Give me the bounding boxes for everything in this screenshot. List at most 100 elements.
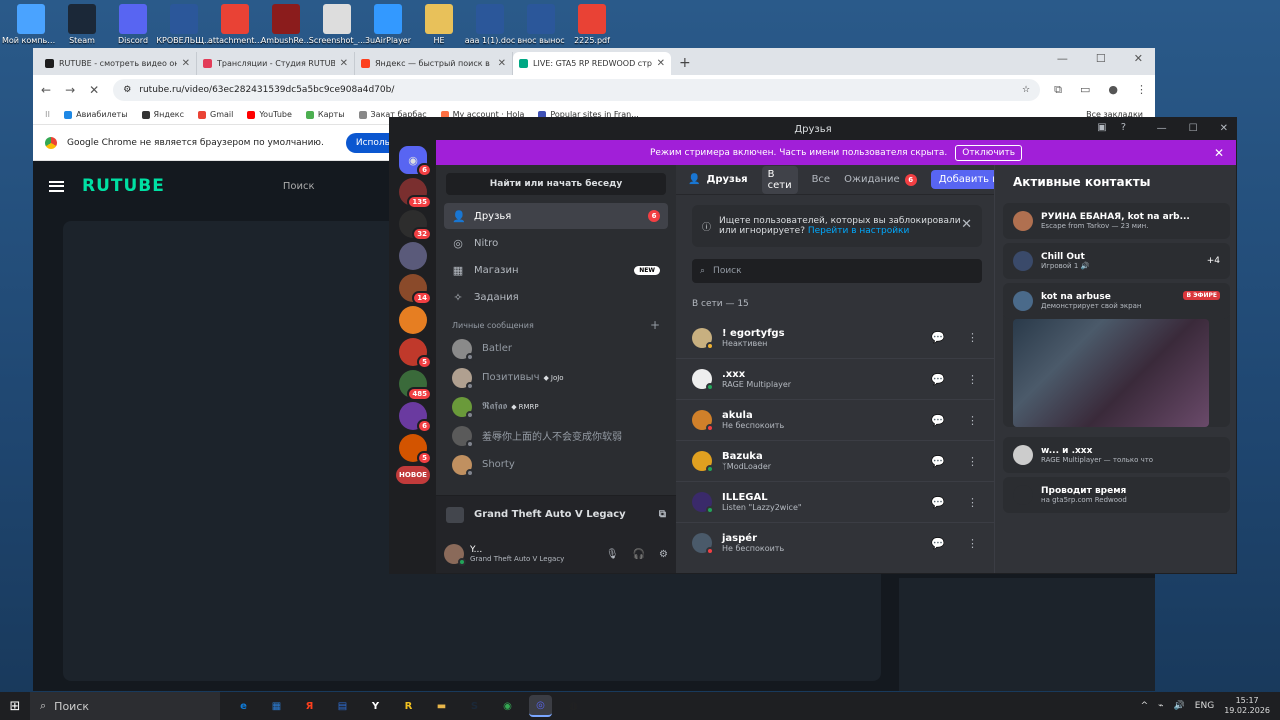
desktop-icon[interactable]: НЕ [410,4,468,45]
close-icon[interactable]: ✕ [1214,146,1224,160]
server-icon[interactable]: 5 [399,338,432,369]
more-icon[interactable]: ⋮ [967,496,978,509]
create-dm-icon[interactable]: + [650,319,660,331]
more-icon[interactable]: ⋮ [967,455,978,468]
friend-row[interactable]: jaspér Не беспокоить 💬 ⋮ [676,522,994,563]
volume-icon[interactable]: 🔊 [1174,701,1185,711]
stop-icon[interactable]: ✕ [89,83,99,97]
bookmark-item[interactable]: Авиабилеты [64,110,128,119]
menu-burger-icon[interactable] [49,180,64,192]
tab-all[interactable]: Все [812,174,831,185]
bookmark-item[interactable]: Яндекс [141,110,184,119]
taskbar-search[interactable]: ⌕ Поиск [30,692,220,720]
close-tab-icon[interactable]: ✕ [657,58,665,69]
maximize-icon[interactable]: ☐ [1189,123,1198,134]
maximize-icon[interactable]: ☐ [1096,52,1106,65]
friend-row[interactable]: akula Не беспокоить 💬 ⋮ [676,399,994,440]
discord-home-icon[interactable]: ◉ 6 [399,146,432,177]
friend-row[interactable]: Bazuka ᛉModLoader 💬 ⋮ [676,440,994,481]
browser-tab[interactable]: RUTUBE - смотреть видео онлайн ✕ [39,52,197,75]
bookmark-star-icon[interactable]: ☆ [1022,85,1030,95]
sidepanel-icon[interactable]: ▭ [1080,83,1090,97]
taskbar-app-icon[interactable]: Я [298,695,321,717]
bookmark-item[interactable]: Gmail [198,110,233,119]
minimize-icon[interactable]: — [1057,52,1068,65]
browser-tab[interactable]: Трансляции - Студия RUTUBE ✕ [197,52,355,75]
bookmark-item[interactable]: YouTube [247,110,292,119]
clock[interactable]: 15:17 19.02.2026 [1224,696,1270,716]
forward-icon[interactable]: → [65,83,75,97]
desktop-icon[interactable]: Discord [104,4,162,45]
taskbar-app-icon[interactable]: ▤ [331,695,354,717]
active-contact-card[interactable]: Проводит время на gta5rp.com Redwood [1003,477,1230,513]
taskbar-app-icon[interactable]: ◎ [529,695,552,717]
desktop-icon[interactable]: Steam [53,4,111,45]
more-icon[interactable]: ⋮ [967,414,978,427]
desktop-icon[interactable]: attachment... [206,4,264,45]
close-icon[interactable]: ✕ [961,217,972,232]
desktop-icon[interactable]: 3uAirPlayer [359,4,417,45]
taskbar-app-icon[interactable]: e [232,695,255,717]
tray-arrow-icon[interactable]: ^ [1141,701,1149,711]
new-tab-button[interactable]: + [679,55,691,71]
message-icon[interactable]: 💬 [931,455,945,468]
disable-streamer-button[interactable]: Отключить [955,144,1023,161]
stream-icon[interactable]: ⧉ [659,509,666,520]
bookmark-item[interactable]: Карты [305,110,345,119]
friend-row[interactable]: ! egortyfgs Неактивен 💬 ⋮ [676,317,994,358]
settings-link[interactable]: Перейти в настройки [808,226,909,236]
browser-tab[interactable]: LIVE: GTA5 RP REDWOOD стрим ✕ [513,52,671,75]
nav-item[interactable]: ▦ Магазин NEW [444,257,668,283]
close-tab-icon[interactable]: ✕ [340,58,348,69]
profile-icon[interactable]: ● [1108,83,1118,97]
rutube-search[interactable]: Поиск [283,181,315,192]
active-contact-card[interactable]: w... и .xxx RAGE Multiplayer — только что [1003,437,1230,473]
friend-search-input[interactable]: ⌕ Поиск [692,259,982,283]
desktop-icon[interactable]: Мой компьютер [2,4,60,45]
more-icon[interactable]: ⋮ [967,537,978,550]
taskbar-app-icon[interactable]: ◍ [562,695,585,717]
friend-row[interactable]: ILLEGAL Listen "Lazzy2wice" 💬 ⋮ [676,481,994,522]
dm-search-button[interactable]: Найти или начать беседу [446,173,666,195]
user-info[interactable]: Y... Grand Theft Auto V Legacy [470,545,564,563]
network-icon[interactable]: ⌁ [1158,701,1163,711]
nav-item[interactable]: 👤 Друзья 6 [444,203,668,229]
minimize-icon[interactable]: — [1157,123,1167,134]
desktop-icon[interactable]: КРОВЕЛЬЩ... [155,4,213,45]
dm-item[interactable]: Позитивыч ◆ JoJo [436,363,676,392]
message-icon[interactable]: 💬 [931,414,945,427]
taskbar-app-icon[interactable]: ◉ [496,695,519,717]
server-icon[interactable]: 5 [399,434,432,465]
active-contact-card[interactable]: Chill Out Игровой 1 🔊 +4 [1003,243,1230,279]
stream-card[interactable] [1003,315,1230,427]
server-icon[interactable]: 485 [399,370,432,401]
message-icon[interactable]: 💬 [931,496,945,509]
taskbar-app-icon[interactable]: Y [364,695,387,717]
back-icon[interactable]: ← [41,83,51,97]
close-tab-icon[interactable]: ✕ [182,58,190,69]
message-icon[interactable]: 💬 [931,331,945,344]
server-icon[interactable]: 32 [399,210,432,241]
close-tab-icon[interactable]: ✕ [498,58,506,69]
close-icon[interactable]: ✕ [1220,123,1228,134]
tab-pending[interactable]: Ожидание 6 [844,173,917,186]
server-icon[interactable]: 6 [399,402,432,433]
more-icon[interactable]: ⋮ [967,331,978,344]
new-badge[interactable]: НОВОЕ [396,466,430,484]
more-icon[interactable]: ⋮ [967,373,978,386]
language-indicator[interactable]: ENG [1195,701,1214,711]
desktop-icon[interactable]: ааа 1(1).doc [461,4,519,45]
extensions-icon[interactable]: ⧉ [1054,83,1062,97]
tab-online[interactable]: В сети [761,165,798,194]
server-icon[interactable] [399,306,427,334]
taskbar-app-icon[interactable]: R [397,695,420,717]
desktop-icon[interactable]: 2225.pdf [563,4,621,45]
active-contact-card[interactable]: kot na arbuse Демонстрирует свой экран В Э… [1003,283,1230,319]
inbox-icon[interactable]: ▣ [1097,122,1106,133]
help-icon[interactable]: ? [1121,122,1126,133]
server-icon[interactable]: 14 [399,274,432,305]
microphone-icon[interactable]: 🎙 [606,549,619,560]
stream-preview[interactable] [1013,319,1209,427]
headphones-icon[interactable]: 🎧 [633,549,645,560]
address-bar[interactable]: ⚙ rutube.ru/video/63ec282431539dc5a5bc9c… [113,79,1041,101]
